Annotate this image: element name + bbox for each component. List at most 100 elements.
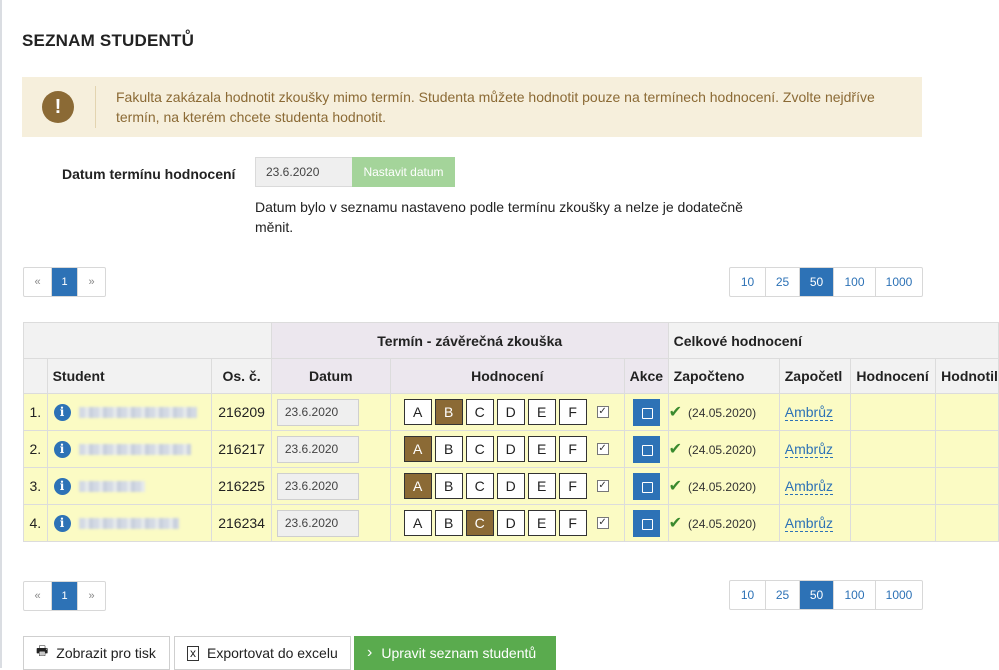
chevron-right-icon: › <box>367 644 373 661</box>
date-label: Datum termínu hodnocení <box>62 166 236 182</box>
grade-button-d[interactable]: D <box>496 510 525 536</box>
grade-button-e[interactable]: E <box>527 510 556 536</box>
pagination-bottom: « 1 » <box>23 581 106 611</box>
grade-button-e[interactable]: E <box>527 399 556 425</box>
col-hodnotil: Hodnotil <box>935 358 999 394</box>
grade-button-f[interactable]: F <box>558 399 587 425</box>
grade-button-a[interactable]: A <box>403 436 432 462</box>
grade-button-b[interactable]: B <box>434 399 463 425</box>
grade-button-f[interactable]: F <box>558 473 587 499</box>
prev-page-button[interactable]: « <box>24 582 51 610</box>
grade-button-b[interactable]: B <box>434 510 463 536</box>
grade-button-f[interactable]: F <box>558 436 587 462</box>
exclamation-icon: ! <box>42 91 74 123</box>
row-number: 1. <box>23 393 48 431</box>
grade-button-b[interactable]: B <box>434 436 463 462</box>
page-button-1[interactable]: 1 <box>51 268 78 296</box>
credit-date: (24.05.2020) <box>688 443 757 457</box>
grade-cell <box>850 504 937 542</box>
teacher-link[interactable]: Ambrůz <box>784 515 833 532</box>
grade-button-e[interactable]: E <box>527 473 556 499</box>
save-icon[interactable] <box>632 509 660 537</box>
page-size-25[interactable]: 25 <box>765 268 799 296</box>
save-icon[interactable] <box>632 472 660 500</box>
confirm-checkbox[interactable]: ✓ <box>596 443 609 455</box>
page-size-50[interactable]: 50 <box>799 581 833 609</box>
grade-button-c[interactable]: C <box>465 399 494 425</box>
teacher-link[interactable]: Ambrůz <box>784 404 833 421</box>
grade-button-d[interactable]: D <box>496 473 525 499</box>
teacher-link[interactable]: Ambrůz <box>784 441 833 458</box>
confirm-checkbox[interactable]: ✓ <box>596 480 609 492</box>
alert-text: Fakulta zakázala hodnotit zkoušky mimo t… <box>116 89 875 125</box>
row-date-input[interactable]: 23.6.2020 <box>276 398 359 426</box>
evaluator-cell <box>935 467 999 505</box>
page-size-selector-bottom: 10 25 50 100 1000 <box>729 580 923 610</box>
group-header-celkove: Celkové hodnocení <box>667 322 999 359</box>
grade-button-c[interactable]: C <box>465 473 494 499</box>
next-page-button[interactable]: » <box>78 582 105 610</box>
export-excel-button[interactable]: x Exportovat do excelu <box>174 636 351 670</box>
grade-cell <box>850 393 937 431</box>
grade-button-d[interactable]: D <box>496 436 525 462</box>
set-date-button[interactable]: Nastavit datum <box>352 157 455 187</box>
row-date-input[interactable]: 23.6.2020 <box>276 509 359 537</box>
page-size-10[interactable]: 10 <box>730 268 765 296</box>
grade-button-a[interactable]: A <box>403 510 432 536</box>
page-size-100[interactable]: 100 <box>833 268 875 296</box>
date-input[interactable] <box>255 157 353 187</box>
col-akce: Akce <box>624 358 669 394</box>
grade-button-c[interactable]: C <box>465 436 494 462</box>
page-size-25[interactable]: 25 <box>765 581 799 609</box>
grade-button-c[interactable]: C <box>465 510 494 536</box>
col-zapocteno: Započteno <box>667 358 780 394</box>
page-size-100[interactable]: 100 <box>833 581 875 609</box>
check-icon: ✔ <box>668 478 683 495</box>
page-size-1000[interactable]: 1000 <box>875 268 922 296</box>
print-button[interactable]: 🖶 Zobrazit pro tisk <box>23 636 170 670</box>
teacher-link[interactable]: Ambrůz <box>784 478 833 495</box>
group-header-termin: Termín - závěrečná zkouška <box>270 322 669 359</box>
confirm-checkbox[interactable]: ✓ <box>596 406 609 418</box>
pagination: « 1 » <box>23 267 106 297</box>
evaluator-cell <box>935 393 999 431</box>
student-id: 216225 <box>211 467 272 505</box>
page-size-10[interactable]: 10 <box>730 581 765 609</box>
grade-button-e[interactable]: E <box>527 436 556 462</box>
next-page-button[interactable]: » <box>78 268 105 296</box>
page-button-1[interactable]: 1 <box>51 582 78 610</box>
info-icon[interactable]: i <box>53 440 71 458</box>
confirm-checkbox[interactable]: ✓ <box>596 517 609 529</box>
row-date-input[interactable]: 23.6.2020 <box>276 472 359 500</box>
grade-button-a[interactable]: A <box>403 473 432 499</box>
student-name-redacted <box>78 443 191 455</box>
grade-button-b[interactable]: B <box>434 473 463 499</box>
col-datum: Datum <box>270 358 391 394</box>
grade-button-a[interactable]: A <box>403 399 432 425</box>
grade-button-d[interactable]: D <box>496 399 525 425</box>
grade-button-f[interactable]: F <box>558 510 587 536</box>
grade-cell <box>850 467 937 505</box>
table-row: 4. i 216234 23.6.2020 A B C D E F ✓ ✔ (24.05.20… <box>23 504 999 542</box>
edit-students-button[interactable]: › Upravit seznam studentů <box>354 636 556 670</box>
page-size-50[interactable]: 50 <box>799 268 833 296</box>
row-number: 2. <box>23 430 48 468</box>
save-icon[interactable] <box>632 435 660 463</box>
page-size-1000[interactable]: 1000 <box>875 581 922 609</box>
date-note: Datum bylo v seznamu nastaveno podle ter… <box>255 199 743 235</box>
info-icon[interactable]: i <box>53 477 71 495</box>
col-osc: Os. č. <box>211 358 272 394</box>
col-number <box>23 358 48 394</box>
save-icon[interactable] <box>632 398 660 426</box>
row-number: 3. <box>23 467 48 505</box>
student-id: 216234 <box>211 504 272 542</box>
student-id: 216209 <box>211 393 272 431</box>
printer-icon: 🖶 <box>36 643 49 658</box>
export-button-label: Exportovat do excelu <box>207 645 338 661</box>
info-icon[interactable]: i <box>53 403 71 421</box>
row-date-input[interactable]: 23.6.2020 <box>276 435 359 463</box>
prev-page-button[interactable]: « <box>24 268 51 296</box>
info-icon[interactable]: i <box>53 514 71 532</box>
page-title: SEZNAM STUDENTŮ <box>22 31 195 50</box>
col-hodnoceni: Hodnocení <box>389 358 626 394</box>
